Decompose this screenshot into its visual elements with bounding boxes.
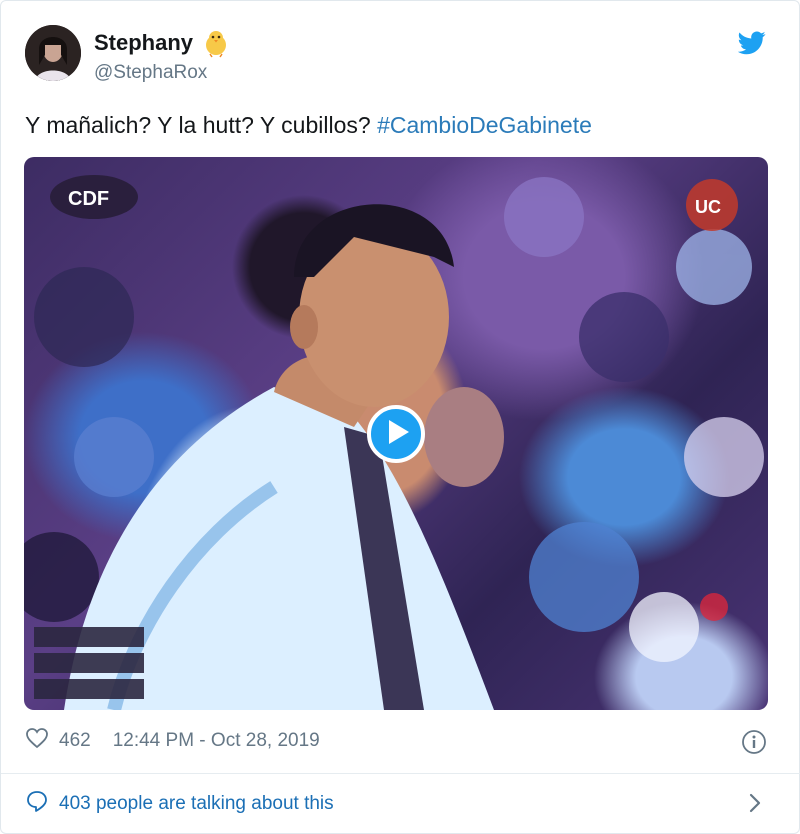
tweet-text: Y mañalich? Y la hutt? Y cubillos? #Camb…: [25, 112, 592, 139]
tweet-card: Stephany @StephaRox Y mañalich? Y la hut…: [0, 0, 800, 834]
display-name[interactable]: Stephany: [94, 30, 193, 56]
like-count[interactable]: 462: [59, 730, 91, 752]
tweet-body-text: Y mañalich? Y la hutt? Y cubillos?: [25, 112, 378, 138]
conversation-text[interactable]: 403 people are talking about this: [59, 793, 334, 815]
twitter-bird-icon[interactable]: [737, 31, 766, 55]
user-avatar[interactable]: [25, 25, 81, 81]
conversation-link[interactable]: 403 people are talking about this: [25, 789, 334, 819]
tweet-meta: 462 12:44 PM - Oct 28, 2019: [25, 727, 320, 755]
play-button[interactable]: [367, 405, 425, 463]
baby-chick-emoji-icon: [201, 28, 231, 58]
tweet-timestamp[interactable]: 12:44 PM - Oct 28, 2019: [113, 730, 320, 752]
author-name-row[interactable]: Stephany: [94, 28, 231, 58]
hashtag-link[interactable]: #CambioDeGabinete: [377, 112, 592, 138]
speech-bubble-icon: [25, 789, 49, 819]
play-icon: [384, 419, 409, 449]
video-player[interactable]: CDF UC: [24, 157, 768, 710]
chevron-right-icon[interactable]: [747, 791, 763, 820]
info-icon[interactable]: [741, 729, 767, 760]
divider: [1, 773, 800, 774]
svg-text:CDF: CDF: [68, 188, 109, 210]
svg-text:UC: UC: [695, 197, 721, 217]
heart-icon[interactable]: [25, 727, 49, 755]
user-handle[interactable]: @StephaRox: [94, 62, 207, 84]
